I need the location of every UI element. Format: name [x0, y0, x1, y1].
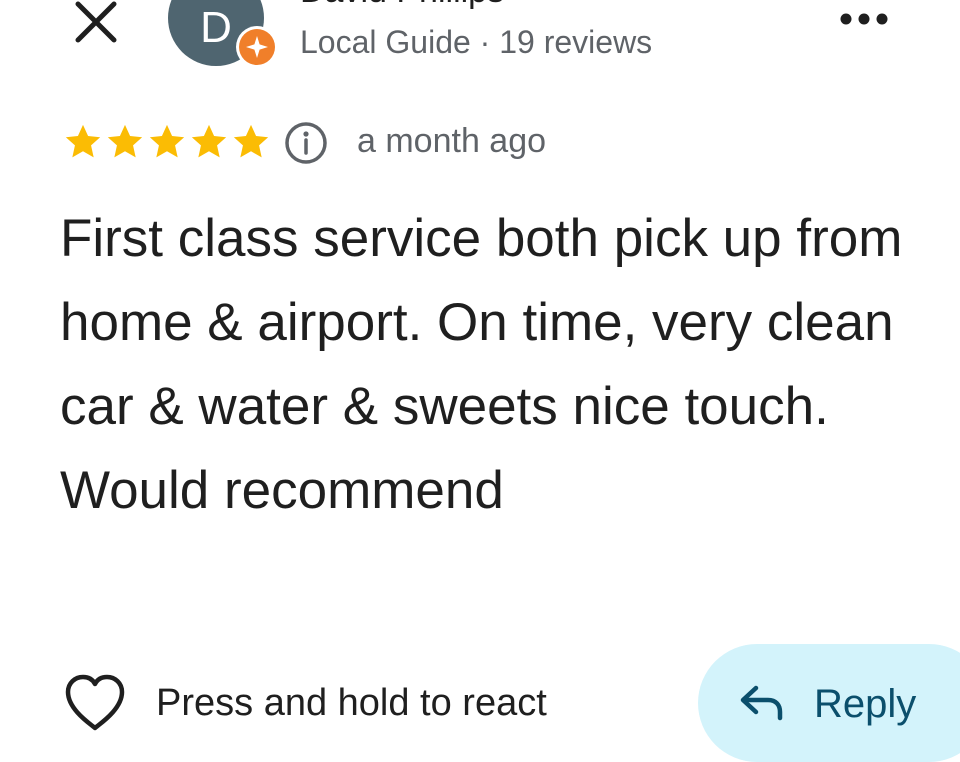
close-icon	[75, 1, 117, 43]
review-text: First class service both pick up from ho…	[60, 209, 903, 520]
reply-label: Reply	[814, 682, 917, 726]
react-label: Press and hold to react	[156, 681, 547, 724]
star-rating	[62, 120, 272, 164]
reviewer-meta: Local Guide · 19 reviews	[300, 24, 653, 60]
react-button[interactable]: Press and hold to react	[62, 672, 547, 734]
star-icon	[191, 124, 227, 158]
star-icon	[107, 124, 143, 158]
avatar-letter: D	[200, 3, 232, 52]
local-guide-badge	[236, 26, 278, 68]
info-icon	[285, 122, 327, 164]
reviewer-name[interactable]: David Phillips	[300, 0, 504, 11]
close-button[interactable]	[66, 0, 126, 52]
more-horizontal-icon	[840, 13, 888, 25]
star-icon	[233, 124, 269, 158]
heart-outline-icon	[65, 674, 125, 731]
info-button[interactable]	[283, 120, 329, 166]
review-date: a month ago	[357, 122, 547, 160]
more-options-button[interactable]	[834, 4, 894, 34]
star-icon	[65, 124, 101, 158]
reply-button[interactable]: Reply	[698, 644, 960, 762]
star-icon	[149, 124, 185, 158]
local-guide-star-icon	[246, 36, 268, 58]
reply-arrow-icon	[740, 685, 783, 721]
